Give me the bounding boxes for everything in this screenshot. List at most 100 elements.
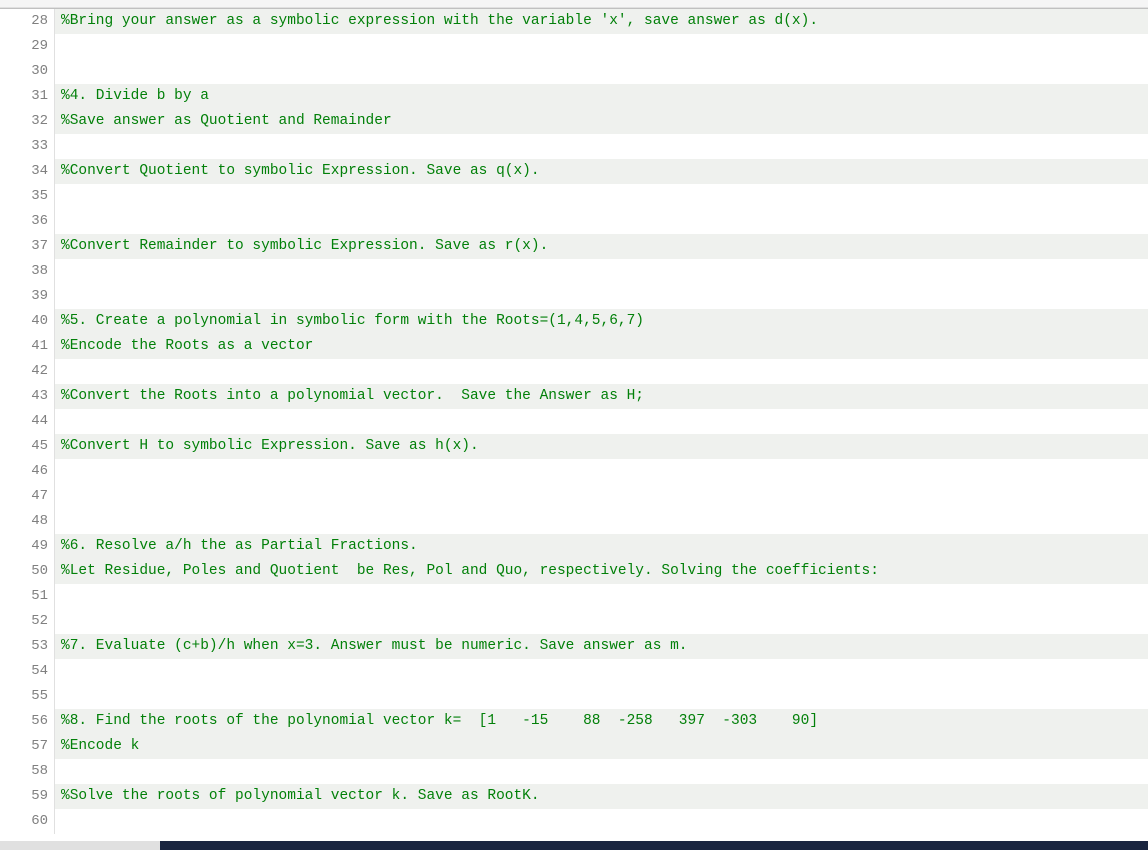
- code-line[interactable]: 39: [0, 284, 1148, 309]
- line-number: 42: [20, 359, 55, 384]
- line-number: 59: [20, 784, 55, 809]
- line-number: 32: [20, 109, 55, 134]
- line-number: 44: [20, 409, 55, 434]
- line-content[interactable]: %Let Residue, Poles and Quotient be Res,…: [55, 559, 1148, 584]
- code-line[interactable]: 46: [0, 459, 1148, 484]
- code-line[interactable]: 44: [0, 409, 1148, 434]
- line-number: 40: [20, 309, 55, 334]
- code-line[interactable]: 43 %Convert the Roots into a polynomial v…: [0, 384, 1148, 409]
- line-number: 36: [20, 209, 55, 234]
- code-line[interactable]: 42: [0, 359, 1148, 384]
- comment-text: %Encode the Roots as a vector: [61, 338, 313, 354]
- line-number: 56: [20, 709, 55, 734]
- line-number: 33: [20, 134, 55, 159]
- code-line[interactable]: 57 %Encode k: [0, 734, 1148, 759]
- code-line[interactable]: 32 %Save answer as Quotient and Remainder: [0, 109, 1148, 134]
- line-number: 45: [20, 434, 55, 459]
- code-line[interactable]: 37 %Convert Remainder to symbolic Express…: [0, 234, 1148, 259]
- line-number: 43: [20, 384, 55, 409]
- taskbar[interactable]: [0, 841, 1148, 850]
- comment-text: %Solve the roots of polynomial vector k.…: [61, 788, 540, 804]
- line-content[interactable]: %6. Resolve a/h the as Partial Fractions…: [55, 534, 1148, 559]
- comment-text: %Convert Remainder to symbolic Expressio…: [61, 238, 548, 254]
- line-number: 41: [20, 334, 55, 359]
- code-line[interactable]: 34 %Convert Quotient to symbolic Expressi…: [0, 159, 1148, 184]
- line-number: 55: [20, 684, 55, 709]
- line-content[interactable]: %Convert the Roots into a polynomial vec…: [55, 384, 1148, 409]
- code-line[interactable]: 30: [0, 59, 1148, 84]
- code-line[interactable]: 40 %5. Create a polynomial in symbolic fo…: [0, 309, 1148, 334]
- comment-text: %Let Residue, Poles and Quotient be Res,…: [61, 563, 879, 579]
- code-line[interactable]: 38: [0, 259, 1148, 284]
- line-number: 49: [20, 534, 55, 559]
- code-line[interactable]: 59 %Solve the roots of polynomial vector …: [0, 784, 1148, 809]
- line-content[interactable]: %Convert Quotient to symbolic Expression…: [55, 159, 1148, 184]
- line-number: 46: [20, 459, 55, 484]
- line-number: 57: [20, 734, 55, 759]
- code-line[interactable]: 56 %8. Find the roots of the polynomial v…: [0, 709, 1148, 734]
- code-line[interactable]: 55: [0, 684, 1148, 709]
- comment-text: %5. Create a polynomial in symbolic form…: [61, 313, 644, 329]
- line-number: 37: [20, 234, 55, 259]
- code-line[interactable]: 33: [0, 134, 1148, 159]
- comment-text: %Save answer as Quotient and Remainder: [61, 113, 392, 129]
- line-number: 50: [20, 559, 55, 584]
- code-line[interactable]: 31%4. Divide b by a: [0, 84, 1148, 109]
- line-content[interactable]: %Solve the roots of polynomial vector k.…: [55, 784, 1148, 809]
- line-number: 58: [20, 759, 55, 784]
- line-number: 47: [20, 484, 55, 509]
- comment-text: %Encode k: [61, 738, 139, 754]
- comment-text: %Convert H to symbolic Expression. Save …: [61, 438, 479, 454]
- line-content[interactable]: %Save answer as Quotient and Remainder: [55, 109, 1148, 134]
- line-content[interactable]: %4. Divide b by a: [55, 84, 1148, 109]
- line-number: 53: [20, 634, 55, 659]
- code-editor[interactable]: 28 %Bring your answer as a symbolic expre…: [0, 9, 1148, 841]
- code-line[interactable]: 47: [0, 484, 1148, 509]
- code-line[interactable]: 45 %Convert H to symbolic Expression. Sav…: [0, 434, 1148, 459]
- code-line[interactable]: 50 %Let Residue, Poles and Quotient be Re…: [0, 559, 1148, 584]
- comment-text: %Convert Quotient to symbolic Expression…: [61, 163, 540, 179]
- line-content[interactable]: %Encode k: [55, 734, 1148, 759]
- line-number: 31: [20, 84, 55, 109]
- code-line[interactable]: 36: [0, 209, 1148, 234]
- code-line[interactable]: 58: [0, 759, 1148, 784]
- code-line[interactable]: 41 %Encode the Roots as a vector: [0, 334, 1148, 359]
- code-line[interactable]: 54: [0, 659, 1148, 684]
- code-line[interactable]: 53 %7. Evaluate (c+b)/h when x=3. Answer …: [0, 634, 1148, 659]
- line-content[interactable]: %5. Create a polynomial in symbolic form…: [55, 309, 1148, 334]
- code-line[interactable]: 48: [0, 509, 1148, 534]
- editor-container: 28 %Bring your answer as a symbolic expre…: [0, 8, 1148, 841]
- line-content[interactable]: %Encode the Roots as a vector: [55, 334, 1148, 359]
- comment-text: %Bring your answer as a symbolic express…: [61, 13, 818, 29]
- line-content[interactable]: %Bring your answer as a symbolic express…: [55, 9, 1148, 34]
- line-number: 30: [20, 59, 55, 84]
- line-content[interactable]: %Convert H to symbolic Expression. Save …: [55, 434, 1148, 459]
- code-line[interactable]: 49 %6. Resolve a/h the as Partial Fractio…: [0, 534, 1148, 559]
- line-number: 29: [20, 34, 55, 59]
- code-line[interactable]: 60: [0, 809, 1148, 834]
- line-content[interactable]: %8. Find the roots of the polynomial vec…: [55, 709, 1148, 734]
- editor-toolbar: [0, 0, 1148, 8]
- comment-text: %6. Resolve a/h the as Partial Fractions…: [61, 538, 418, 554]
- comment-text: %8. Find the roots of the polynomial vec…: [61, 713, 818, 729]
- line-number: 51: [20, 584, 55, 609]
- line-number: 34: [20, 159, 55, 184]
- code-line[interactable]: 29: [0, 34, 1148, 59]
- line-number: 39: [20, 284, 55, 309]
- code-line[interactable]: 35: [0, 184, 1148, 209]
- line-number: 52: [20, 609, 55, 634]
- comment-text: %7. Evaluate (c+b)/h when x=3. Answer mu…: [61, 638, 688, 654]
- line-number: 38: [20, 259, 55, 284]
- line-number: 54: [20, 659, 55, 684]
- taskbar-start-area[interactable]: [0, 841, 160, 850]
- line-content[interactable]: %Convert Remainder to symbolic Expressio…: [55, 234, 1148, 259]
- code-line[interactable]: 51: [0, 584, 1148, 609]
- comment-text: %Convert the Roots into a polynomial vec…: [61, 388, 644, 404]
- line-number: 48: [20, 509, 55, 534]
- line-number: 60: [20, 809, 55, 834]
- line-number: 35: [20, 184, 55, 209]
- code-line[interactable]: 28 %Bring your answer as a symbolic expre…: [0, 9, 1148, 34]
- line-content[interactable]: %7. Evaluate (c+b)/h when x=3. Answer mu…: [55, 634, 1148, 659]
- code-line[interactable]: 52: [0, 609, 1148, 634]
- line-number: 28: [20, 9, 55, 34]
